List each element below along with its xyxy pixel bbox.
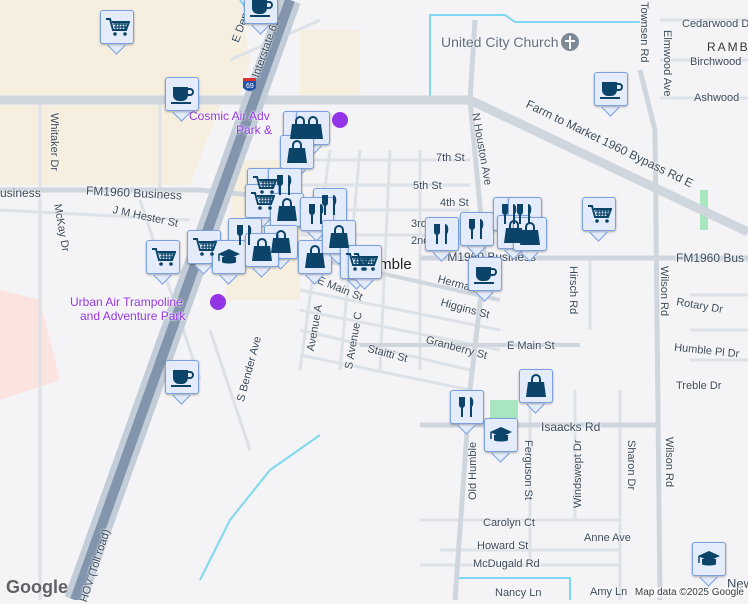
street-nancy: Nancy Ln — [495, 587, 542, 599]
marker-school[interactable] — [484, 418, 518, 463]
street-mcdugald: McDugald Rd — [473, 558, 540, 570]
marker-school[interactable] — [692, 542, 726, 587]
coffee-icon — [600, 82, 623, 99]
cart-icon — [588, 205, 612, 223]
school-icon — [218, 249, 240, 264]
street-ashwood: Ashwood — [694, 92, 740, 104]
bag-icon — [329, 225, 349, 248]
street-4th: 4th St — [440, 197, 469, 209]
marker-bag[interactable] — [519, 369, 553, 414]
bag-icon — [277, 198, 297, 221]
cart-icon — [354, 253, 378, 271]
cart-icon — [251, 192, 275, 210]
marker-restaurant[interactable] — [450, 390, 484, 435]
marker-bag[interactable] — [245, 233, 279, 278]
label-cosmic-air-1[interactable]: Cosmic Air Adv — [189, 109, 270, 123]
street-5th: 5th St — [413, 180, 442, 192]
street-windswept: Windswept Dr — [572, 439, 584, 508]
coffee-icon — [250, 0, 273, 17]
coffee-icon — [171, 87, 194, 104]
label-urban-air-2[interactable]: and Adventure Park — [80, 309, 185, 323]
marker-cart[interactable] — [348, 245, 382, 290]
bag-icon — [526, 374, 546, 397]
street-treble: Treble Dr — [676, 380, 722, 392]
street-wilson-south: Wilson Rd — [663, 437, 675, 488]
label-urban-air-1[interactable]: Urban Air Trampoline — [70, 295, 183, 309]
label-cosmic-air-2[interactable]: Park & — [236, 123, 272, 137]
google-logo: Google — [6, 577, 68, 597]
street-elmwood: Elmwood Ave — [661, 30, 673, 97]
marker-cart[interactable] — [146, 240, 180, 285]
street-fm1960-business-right: FM1960 Bus — [676, 251, 745, 265]
street-7th: 7th St — [436, 152, 465, 164]
marker-cart[interactable] — [100, 10, 134, 55]
marker-coffee[interactable] — [594, 72, 628, 117]
street-business-left: usiness — [0, 186, 41, 200]
cart-icon — [152, 248, 176, 266]
marker-coffee[interactable] — [244, 0, 278, 35]
park-area — [490, 400, 518, 418]
marker-bag[interactable] — [280, 135, 314, 180]
street-carolyn: Carolyn Ct — [483, 517, 535, 529]
street-ferguson: Ferguson St — [522, 440, 534, 500]
street-howard: Howard St — [477, 540, 529, 552]
street-amy: Amy Ln — [590, 586, 628, 598]
restaurant-icon — [469, 219, 484, 239]
label-church[interactable]: United City Church — [441, 34, 559, 50]
label-rambo: RAMB — [707, 40, 748, 54]
street-hirsch: Hirsch Rd — [567, 266, 579, 315]
poi-urban-icon — [210, 294, 226, 310]
street-sharon: Sharon Dr — [625, 440, 637, 491]
bag-icon — [303, 116, 323, 139]
street-birchwood: Birchwood — [690, 56, 742, 68]
bag-icon — [520, 222, 540, 245]
marker-cart[interactable] — [582, 197, 616, 242]
marker-coffee[interactable] — [165, 77, 199, 122]
street-wilson-north: Wilson Rd — [658, 266, 670, 317]
street-townsen: Townsen Rd — [638, 2, 650, 63]
school-icon — [698, 551, 720, 566]
street-isaacks: Isaacks Rd — [541, 420, 601, 434]
bag-icon — [252, 238, 272, 261]
bag-icon — [287, 140, 307, 163]
marker-restaurant[interactable] — [425, 217, 459, 262]
marker-coffee[interactable] — [165, 360, 199, 405]
street-whitaker: Whitaker Dr — [48, 113, 60, 172]
marker-bag[interactable] — [513, 217, 547, 262]
map-attribution[interactable]: Map data ©2025 Google — [632, 587, 746, 598]
marker-restaurant[interactable] — [460, 212, 494, 257]
restaurant-icon — [277, 175, 292, 195]
restaurant-icon — [434, 224, 449, 244]
bag-icon — [305, 245, 325, 268]
coffee-icon — [171, 370, 194, 387]
street-e-main-east: E Main St — [507, 340, 555, 352]
coffee-icon — [474, 267, 497, 284]
marker-bag[interactable] — [270, 193, 304, 238]
restaurant-icon — [459, 397, 474, 417]
street-old-humble: Old Humble — [467, 441, 479, 500]
i69-shield-label: 69 — [246, 83, 254, 90]
poi-cosmic-icon — [332, 112, 348, 128]
marker-school[interactable] — [212, 240, 246, 285]
street-anne: Anne Ave — [584, 532, 631, 544]
cart-icon — [193, 238, 217, 256]
cart-icon — [106, 18, 130, 36]
marker-coffee[interactable] — [468, 257, 502, 302]
school-icon — [490, 427, 512, 442]
street-cedarwood: Cedarwood Dr — [682, 18, 748, 30]
